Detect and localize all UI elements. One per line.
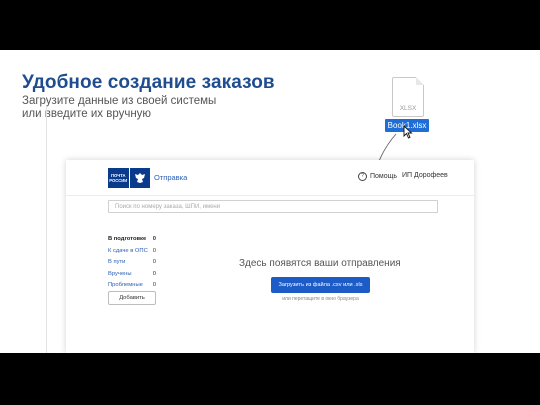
- sidebar-item-count: 0: [152, 282, 156, 288]
- sidebar-item-in-transit[interactable]: В пути 0: [108, 257, 156, 269]
- sidebar-item-preparing[interactable]: В подготовке 0: [108, 234, 156, 246]
- sidebar-item-label: Вручены: [108, 270, 132, 277]
- sidebar-item-label: В подготовке: [108, 236, 147, 242]
- sidebar-item-count: 0: [152, 270, 156, 277]
- help-label: Помощь: [370, 173, 398, 180]
- sidebar-item-problematic[interactable]: Проблемные 0: [108, 280, 156, 292]
- question-circle-icon: ?: [358, 172, 367, 181]
- upload-file-button[interactable]: Загрузить из файла .csv или .xls: [271, 277, 370, 293]
- sidebar-item-to-office[interactable]: К сдаче в ОПС 0: [108, 246, 156, 258]
- mouse-pointer-icon: [403, 125, 413, 139]
- sidebar-item-delivered[interactable]: Вручены 0: [108, 269, 156, 281]
- presentation-slide: Удобное создание заказов Загрузите данны…: [0, 50, 540, 353]
- drag-hint-text: или перетащите в окно браузера: [282, 296, 359, 302]
- sidebar-item-count: 0: [152, 259, 156, 265]
- sidebar-item-label: К сдаче в ОПС: [108, 247, 148, 254]
- sidebar-item-count: 0: [152, 247, 156, 254]
- nav-link-shipping[interactable]: Отправка: [154, 173, 187, 182]
- user-menu[interactable]: ИП Дорофеев: [402, 172, 448, 179]
- sidebar-item-count: 0: [152, 236, 156, 242]
- help-button[interactable]: ? Помощь: [358, 172, 397, 181]
- empty-state-text: Здесь появятся ваши отправления: [239, 258, 401, 269]
- sidebar-status-list: В подготовке 0 К сдаче в ОПС 0 В пути 0 …: [108, 234, 168, 292]
- eagle-emblem-icon: [129, 168, 150, 188]
- add-button[interactable]: Добавить: [108, 291, 156, 305]
- app-window: ПОЧТА РОССИИ Отправка ? Помощь ИП Дорофе…: [66, 160, 474, 353]
- sidebar-item-label: Проблемные: [108, 282, 143, 288]
- sidebar-item-label: В пути: [108, 259, 126, 265]
- logo-line2: РОССИИ: [109, 178, 128, 183]
- russian-post-logo[interactable]: ПОЧТА РОССИИ: [108, 168, 150, 188]
- app-header: ПОЧТА РОССИИ Отправка ? Помощь ИП Дорофе…: [66, 160, 474, 196]
- logo-text: ПОЧТА РОССИИ: [108, 168, 129, 188]
- search-input[interactable]: Поиск по номеру заказа, ШПИ, имени: [108, 200, 438, 213]
